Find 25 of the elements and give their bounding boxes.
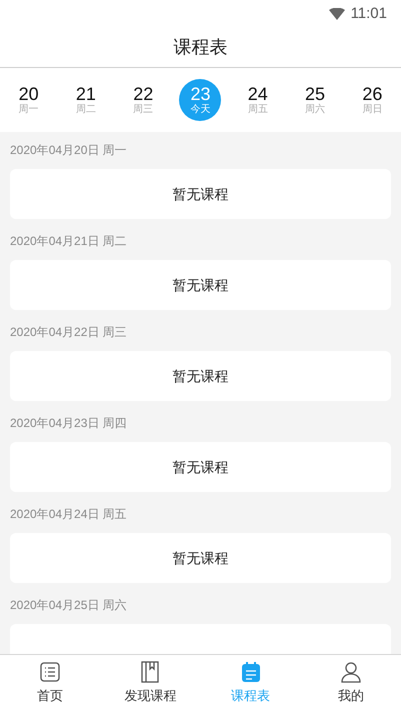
nav-tab[interactable]: 首页 (0, 655, 100, 710)
date-tab[interactable]: 22 周三 (122, 79, 164, 121)
page-title: 课程表 (174, 36, 228, 59)
status-time: 11:01 (350, 4, 387, 24)
empty-message: 暂无课程 (172, 184, 228, 204)
nav-tab[interactable]: 发现课程 (100, 655, 200, 710)
date-tab[interactable]: 20 周一 (8, 79, 50, 121)
date-heading: 2020年04月22日 周三 (10, 324, 127, 341)
date-heading: 2020年04月20日 周一 (10, 142, 127, 159)
date-tab[interactable]: 21 周二 (64, 79, 107, 121)
date-tab[interactable]: 25 周六 (294, 79, 336, 121)
person-icon (338, 660, 363, 684)
date-heading: 2020年04月23日 周四 (10, 415, 127, 432)
empty-message: 暂无课程 (172, 548, 228, 568)
nav-tab[interactable]: 我的 (300, 655, 401, 710)
date-heading: 2020年04月24日 周五 (10, 506, 127, 523)
empty-message: 暂无课程 (172, 458, 228, 476)
date-tab[interactable]: 24 周五 (236, 79, 279, 121)
wifi-icon (328, 8, 345, 20)
empty-message: 暂无课程 (172, 366, 228, 386)
empty-message: 暂无课程 (172, 276, 228, 294)
date-heading: 2020年04月25日 周六 (10, 597, 127, 614)
date-tab[interactable]: 26 周日 (351, 79, 394, 121)
date-heading: 2020年04月21日 周二 (10, 233, 127, 250)
list-icon (38, 660, 62, 684)
